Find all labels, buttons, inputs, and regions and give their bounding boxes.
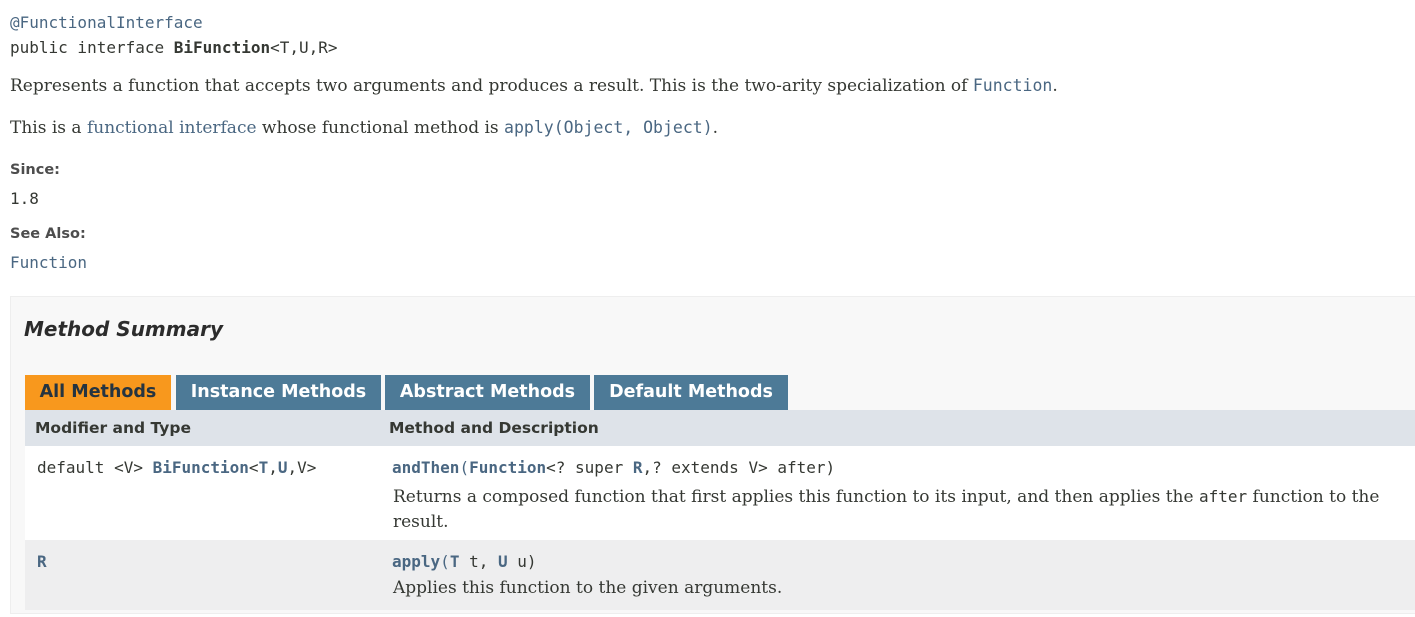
tab-instance-methods[interactable]: Instance Methods <box>176 375 381 410</box>
type-param-v: V> <box>297 458 317 477</box>
param-t-name: t, <box>459 552 498 571</box>
see-also-label: See Also: <box>10 226 86 242</box>
description-end-2: . <box>712 118 719 138</box>
type-comma: , <box>268 458 278 477</box>
apply-method-link[interactable]: apply(Object, Object) <box>504 118 713 137</box>
table-row: default <V> BiFunction<T,U,V> andThen(Fu… <box>25 446 1415 540</box>
apply-method-name-link[interactable]: apply <box>392 552 440 571</box>
description-middle: whose functional method is <box>256 118 505 138</box>
tab-default-methods[interactable]: Default Methods <box>594 375 788 410</box>
method-description: Applies this function to the given argum… <box>393 578 783 598</box>
paren: ( <box>440 552 450 571</box>
description-paragraph-2: This is a functional interface whose fun… <box>10 118 718 138</box>
paren: ( <box>459 458 470 477</box>
type-bracket: < <box>248 458 259 477</box>
since-value: 1.8 <box>10 189 39 208</box>
type-params: <T,U,R> <box>270 38 338 57</box>
param-generic: <? super <box>546 458 633 477</box>
type-comma-2: , <box>287 458 298 477</box>
description-text-2: function to the <box>1247 487 1380 507</box>
see-also-function-link[interactable]: Function <box>10 253 87 272</box>
interface-declaration: @FunctionalInterface public interface Bi… <box>10 10 338 60</box>
method-summary-title: Method Summary <box>24 317 224 341</box>
column-modifier-type: Modifier and Type <box>35 419 191 437</box>
interface-name: BiFunction <box>173 38 271 57</box>
modifier-and-type: default <V> BiFunction<T,U,V> <box>37 458 316 477</box>
tab-all-methods[interactable]: All Methods <box>25 375 171 410</box>
andthen-method-link[interactable]: andThen <box>392 458 459 477</box>
method-signature: andThen(Function<? super R,? extends V> … <box>392 458 835 477</box>
description-text-3: result. <box>393 512 449 532</box>
since-label: Since: <box>10 162 60 178</box>
tab-abstract-methods[interactable]: Abstract Methods <box>385 375 590 410</box>
return-type-r-link[interactable]: R <box>37 552 47 571</box>
description-paragraph-1: Represents a function that accepts two a… <box>10 76 1058 96</box>
param-rest: ,? extends V> after) <box>642 458 836 477</box>
description-code: after <box>1198 487 1248 506</box>
param-u-link[interactable]: U <box>498 552 508 571</box>
param-t-link[interactable]: T <box>450 552 460 571</box>
description-prefix: This is a <box>10 118 87 138</box>
description-text: Represents a function that accepts two a… <box>10 76 973 96</box>
function-param-link[interactable]: Function <box>469 458 546 477</box>
functional-interface-link[interactable]: functional interface <box>87 118 257 138</box>
param-u-name: u) <box>507 552 537 571</box>
column-method-description: Method and Description <box>389 419 599 437</box>
method-description: Returns a composed function that first a… <box>393 484 1415 535</box>
signature-prefix: public interface <box>10 38 174 57</box>
annotation-link[interactable]: @FunctionalInterface <box>10 10 338 35</box>
bifunction-type-link[interactable]: BiFunction <box>153 458 249 477</box>
method-signature: apply(T t, U u) <box>392 552 537 571</box>
type-param-t-link[interactable]: T <box>259 458 269 477</box>
modifier-text: default <V> <box>37 458 153 477</box>
function-link[interactable]: Function <box>973 76 1052 95</box>
description-end: . <box>1052 76 1058 96</box>
signature: public interface BiFunction<T,U,R> <box>10 35 338 60</box>
method-summary: Method Summary All Methods Instance Meth… <box>10 296 1415 614</box>
table-row: R apply(T t, U u) Applies this function … <box>25 540 1415 610</box>
description-text: Returns a composed function that first a… <box>393 487 1199 507</box>
table-header: Modifier and Type Method and Description <box>25 410 1415 446</box>
